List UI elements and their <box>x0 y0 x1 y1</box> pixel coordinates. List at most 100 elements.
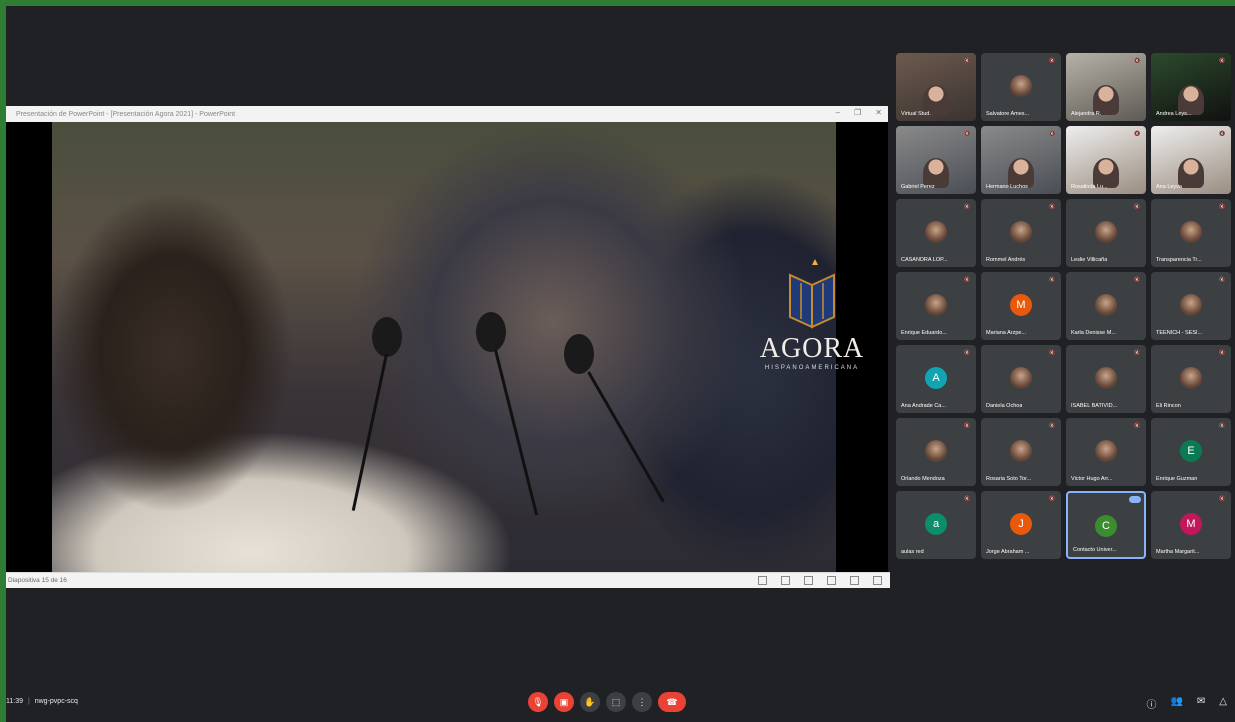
agora-logo: AGORA HISPANOAMERICANA <box>757 257 867 371</box>
mic-button[interactable]: 🎙 <box>528 692 548 712</box>
participant-tile[interactable]: 🔇 Karla Denisse M... <box>1066 272 1146 340</box>
participant-tile[interactable]: 🔇 Orlando Mendoza <box>896 418 976 486</box>
participant-name: Victor Hugo Arr... <box>1071 476 1113 482</box>
participant-name: Daniela Ochoa <box>986 403 1023 409</box>
slide-sorter-icon[interactable] <box>804 576 813 585</box>
mic-muted-icon: 🔇 <box>1134 131 1141 137</box>
participant-avatar <box>925 221 947 243</box>
participant-tile[interactable]: 🔇 Daniela Ochoa <box>981 345 1061 413</box>
participant-name: Eli Rincon <box>1156 403 1181 409</box>
reading-view-icon[interactable] <box>827 576 836 585</box>
mic-muted-icon: 🔇 <box>1219 58 1226 64</box>
participant-tile[interactable]: 🔇 TEENICH - SESI... <box>1151 272 1231 340</box>
participant-tile[interactable]: 🔇 Rosalinda Lu... <box>1066 126 1146 194</box>
participant-name: Rommel Andrés <box>986 257 1026 263</box>
participant-avatar <box>1010 75 1032 97</box>
mic-muted-icon: 🔇 <box>1049 277 1056 283</box>
participant-tile[interactable]: 🔇 Andrea Leys... <box>1151 53 1231 121</box>
people-icon[interactable]: 👥 <box>1170 696 1182 711</box>
participant-tile[interactable]: 🔇 Rosaria Soto Tor... <box>981 418 1061 486</box>
participant-avatar <box>925 440 947 462</box>
camera-button[interactable]: ▣ <box>554 692 574 712</box>
participant-grid: 🔇 Virtual Stud. 🔇 Salvatore Ames... 🔇 Alejand… <box>896 53 1232 559</box>
mic-muted-icon: 🔇 <box>1049 58 1056 64</box>
mic-muted-icon: 🔇 <box>964 496 971 502</box>
participant-name: Orlando Mendoza <box>901 476 945 482</box>
info-icon[interactable]: ⓘ <box>1146 696 1156 711</box>
participant-tile[interactable]: M 🔇 Mariana Arzpe... <box>981 272 1061 340</box>
present-button[interactable]: ⬚ <box>606 692 626 712</box>
restore-icon[interactable]: ❐ <box>854 108 861 117</box>
slide-image: AGORA HISPANOAMERICANA <box>52 122 863 572</box>
slide-view: AGORA HISPANOAMERICANA <box>6 122 888 572</box>
participant-name: Jorge Abraham ... <box>986 549 1030 555</box>
participant-avatar <box>1095 221 1117 243</box>
participant-tile[interactable]: 🔇 Transparencia Tr... <box>1151 199 1231 267</box>
participant-avatar: C <box>1095 515 1117 537</box>
participant-tile[interactable]: 🔇 Ana Leyva <box>1151 126 1231 194</box>
mic-muted-icon: 🔇 <box>1219 496 1226 502</box>
participant-tile[interactable]: 🔇 Alejandra R. <box>1066 53 1146 121</box>
chat-icon[interactable]: ✉ <box>1197 696 1205 711</box>
minimize-icon[interactable]: – <box>836 108 840 117</box>
mic-muted-icon: 🔇 <box>1219 423 1226 429</box>
participant-tile[interactable]: 🔇 ISABEL BATIVID... <box>1066 345 1146 413</box>
speaking-indicator-icon <box>1129 496 1141 503</box>
participant-name: Hermano Luchos <box>986 184 1028 190</box>
participant-avatar <box>1095 294 1117 316</box>
participant-tile[interactable]: 🔇 Salvatore Ames... <box>981 53 1061 121</box>
participant-name: Karla Denisse M... <box>1071 330 1116 336</box>
participant-tile[interactable]: 🔇 Leslie Villicaña <box>1066 199 1146 267</box>
mic-muted-icon: 🔇 <box>964 58 971 64</box>
close-icon[interactable]: ✕ <box>875 108 882 117</box>
participant-tile[interactable]: A 🔇 Ana Andrade Ca... <box>896 345 976 413</box>
participant-avatar: M <box>1010 294 1032 316</box>
mic-muted-icon: 🔇 <box>1049 204 1056 210</box>
participant-tile[interactable]: 🔇 Virtual Stud. <box>896 53 976 121</box>
normal-view-icon[interactable] <box>781 576 790 585</box>
participant-tile[interactable]: 🔇 Rommel Andrés <box>981 199 1061 267</box>
mic-muted-icon: 🔇 <box>1219 277 1226 283</box>
window-controls: – ❐ ✕ <box>836 108 882 117</box>
slideshow-icon[interactable] <box>850 576 859 585</box>
camera-off-icon: ▣ <box>559 696 569 707</box>
participant-avatar: M <box>1180 513 1202 535</box>
notes-icon[interactable] <box>758 576 767 585</box>
mic-muted-icon: 🔇 <box>1134 58 1141 64</box>
mic-muted-icon: 🔇 <box>1219 131 1226 137</box>
microphone-stand <box>587 371 665 503</box>
slide-counter: Diapositiva 15 de 16 <box>8 577 67 584</box>
participant-tile[interactable]: 🔇 Eli Rincon <box>1151 345 1231 413</box>
participant-name: Virtual Stud. <box>901 111 931 117</box>
participant-tile[interactable]: 🔇 Victor Hugo Arr... <box>1066 418 1146 486</box>
more-options-button[interactable]: ⋮ <box>632 692 652 712</box>
end-call-button[interactable]: ☎ <box>658 692 686 712</box>
participant-avatar: J <box>1010 513 1032 535</box>
presentation-window: Presentación de PowerPoint - [Presentaci… <box>6 106 890 588</box>
raise-hand-button[interactable]: ✋ <box>580 692 600 712</box>
participant-tile[interactable]: J 🔇 Jorge Abraham ... <box>981 491 1061 559</box>
participant-name: Salvatore Ames... <box>986 111 1030 117</box>
participant-avatar: a <box>925 513 947 535</box>
participant-avatar <box>1095 367 1117 389</box>
participant-name: Mariana Arzpe... <box>986 330 1027 336</box>
participant-tile[interactable]: 🔇 CASANDRA LOP... <box>896 199 976 267</box>
participant-tile[interactable]: 🔇 Enrique Eduardo... <box>896 272 976 340</box>
participant-name: Alejandra R. <box>1071 111 1102 117</box>
participant-tile[interactable]: M 🔇 Martha Margarit... <box>1151 491 1231 559</box>
microphone-head <box>476 312 506 352</box>
book-logo-icon <box>782 257 842 329</box>
participant-tile[interactable]: a 🔇 aulas red <box>896 491 976 559</box>
participant-tile[interactable]: E 🔇 Enrique Guzman <box>1151 418 1231 486</box>
participant-tile[interactable]: C Contacto Univer... <box>1066 491 1146 559</box>
mic-muted-icon: 🔇 <box>964 423 971 429</box>
participant-tile[interactable]: 🔇 Gabriel Perez <box>896 126 976 194</box>
meeting-separator: | <box>27 698 30 705</box>
bottom-bar: 11:39 | nwg-pvpc-scq 🎙 ▣ ✋ ⬚ ⋮ ☎ ⓘ 👥 ✉ △ <box>6 686 1235 722</box>
participant-avatar <box>1010 440 1032 462</box>
activities-icon[interactable]: △ <box>1219 696 1227 711</box>
mic-muted-icon: 🔇 <box>1134 204 1141 210</box>
mic-muted-icon: 🔇 <box>964 131 971 137</box>
participant-tile[interactable]: 🔇 Hermano Luchos <box>981 126 1061 194</box>
zoom-fit-icon[interactable] <box>873 576 882 585</box>
